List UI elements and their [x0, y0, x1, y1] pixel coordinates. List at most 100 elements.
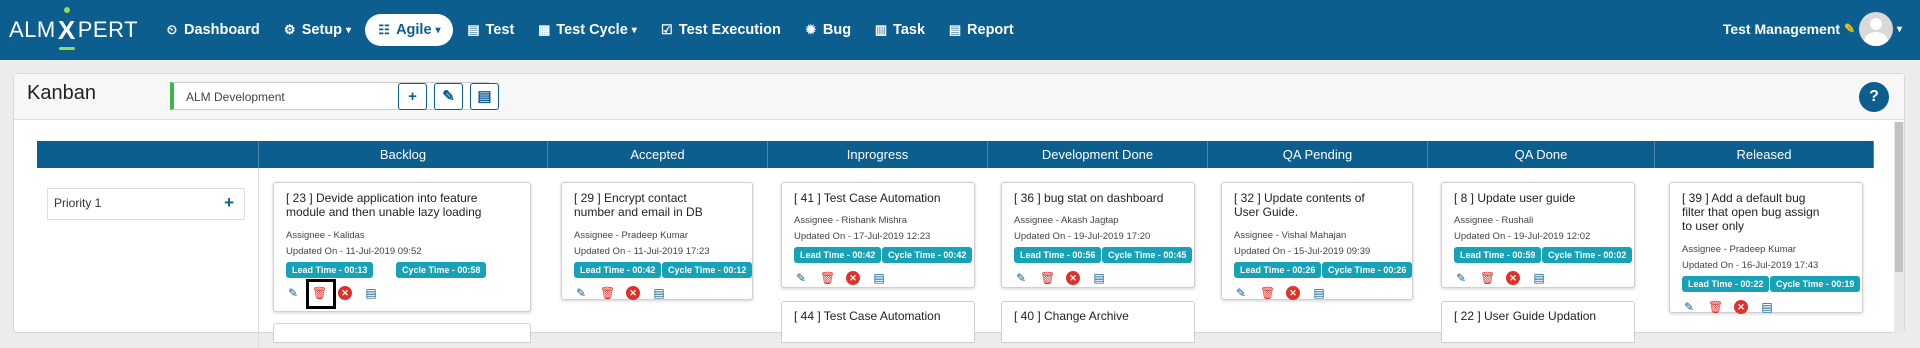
nav-test[interactable]: ▤ Test	[458, 14, 524, 46]
card-title-line: [ 8 ] Update user guide	[1454, 191, 1576, 205]
kanban-card[interactable]: [ 8 ] Update user guide Assignee - Rusha…	[1441, 182, 1635, 288]
kanban-card[interactable]: [ 36 ] bug stat on dashboard Assignee - …	[1001, 182, 1195, 288]
close-circle-icon[interactable]: ✕	[1066, 271, 1080, 285]
edit-icon[interactable]: ✎	[574, 286, 588, 300]
document-icon[interactable]: ▤	[1760, 300, 1774, 314]
document-icon[interactable]: ▤	[1312, 286, 1326, 300]
document-icon[interactable]: ▤	[364, 286, 378, 300]
card-actions: ✎ 🗑 ✕ ▤	[794, 271, 898, 285]
chevron-down-icon: ▾	[435, 24, 441, 36]
nav-label: Report	[967, 22, 1014, 38]
cycle-time-badge: Cycle Time - 00:02	[1542, 247, 1633, 263]
card-title-line: [ 36 ] bug stat on dashboard	[1014, 191, 1164, 205]
nav-test-execution[interactable]: ☑ Test Execution	[651, 14, 790, 46]
card-updated: Updated On - 15-Jul-2019 09:39	[1234, 246, 1371, 257]
column-header-development-done: Development Done	[988, 141, 1208, 168]
cycle-time-badge: Cycle Time - 00:19	[1770, 276, 1861, 292]
kanban-card[interactable]	[273, 323, 531, 343]
close-circle-icon[interactable]: ✕	[1734, 300, 1748, 314]
trash-icon[interactable]: 🗑	[1708, 300, 1723, 314]
card-actions: ✎ 🗑 ✕ ▤	[1454, 271, 1558, 285]
list-icon: ☷	[378, 22, 390, 37]
user-menu[interactable]: Test Management ✎ ▾	[1723, 12, 1902, 46]
trash-icon[interactable]: 🗑	[1040, 271, 1055, 285]
tasks-icon: ▥	[874, 22, 888, 37]
vertical-scrollbar[interactable]	[1894, 122, 1904, 334]
cycle-time-badge: Cycle Time - 00:45	[1102, 247, 1193, 263]
card-updated: Updated On - 19-Jul-2019 12:02	[1454, 231, 1591, 242]
kanban-card[interactable]: [ 22 ] User Guide Updation	[1441, 301, 1635, 343]
brand-logo[interactable]: ALM X PERT	[9, 6, 139, 50]
edit-icon[interactable]: ✎	[286, 286, 300, 300]
nav-test-cycle[interactable]: ▦ Test Cycle ▾	[528, 14, 646, 46]
card-actions: ✎ 🗑 ✕ ▤	[1682, 300, 1786, 314]
nav-report[interactable]: ▤ Report	[939, 14, 1023, 46]
card-assignee: Assignee - Pradeep Kumar	[1682, 244, 1797, 255]
add-button[interactable]: +	[398, 83, 427, 110]
column-header-qa-done: QA Done	[1428, 141, 1655, 168]
avatar[interactable]	[1858, 12, 1893, 46]
column-header-released: Released	[1655, 141, 1874, 168]
edit-icon[interactable]: ✎	[794, 271, 808, 285]
lead-time-badge: Lead Time - 00:13	[286, 262, 374, 278]
kanban-card[interactable]: [ 39 ] Add a default bug filter that open…	[1669, 182, 1863, 314]
brand-suffix: PERT	[77, 17, 139, 42]
nav-label: Dashboard	[184, 22, 260, 38]
pencil-icon[interactable]: ✎	[1844, 21, 1855, 37]
kanban-board: Backlog Accepted Inprogress Development …	[37, 141, 1874, 348]
report-icon: ▤	[948, 22, 962, 37]
kanban-card[interactable]: [ 32 ] Update contents of User Guide. Ass…	[1221, 182, 1413, 300]
trash-icon[interactable]: 🗑	[1260, 286, 1275, 300]
main-nav: ⏲ Dashboard ⚙ Setup ▾ ☷ Agile ▾ ▤ Test ▦ Test C…	[156, 14, 1028, 46]
card-title: [ 44 ] Test Case Automation	[794, 309, 941, 323]
close-circle-icon[interactable]: ✕	[1286, 286, 1300, 300]
card-title: [ 29 ] Encrypt contact number and email i…	[574, 191, 703, 219]
lane-header: Priority 1 +	[47, 188, 245, 220]
kanban-card[interactable]: [ 41 ] Test Case Automation Assignee - R…	[781, 182, 975, 288]
document-icon[interactable]: ▤	[1092, 271, 1106, 285]
edit-button[interactable]: ✎	[434, 83, 463, 110]
kanban-card[interactable]: [ 23 ] Devide application into feature mo…	[273, 182, 531, 312]
edit-icon[interactable]: ✎	[1014, 271, 1028, 285]
close-circle-icon[interactable]: ✕	[338, 286, 352, 300]
close-circle-icon[interactable]: ✕	[626, 286, 640, 300]
lead-time-badge: Lead Time - 00:26	[1234, 262, 1322, 278]
edit-icon[interactable]: ✎	[1682, 300, 1696, 314]
document-button[interactable]: ▤	[470, 83, 499, 110]
card-assignee: Assignee - Rushali	[1454, 215, 1534, 226]
edit-icon[interactable]: ✎	[1454, 271, 1468, 285]
document-icon[interactable]: ▤	[872, 271, 886, 285]
close-circle-icon[interactable]: ✕	[1506, 271, 1520, 285]
cogs-icon: ⚙	[283, 22, 296, 37]
add-card-icon[interactable]: +	[224, 193, 234, 213]
card-actions: ✎ 🗑 ✕ ▤	[574, 286, 678, 300]
document-icon[interactable]: ▤	[1532, 271, 1546, 285]
nav-bug[interactable]: ✹ Bug	[795, 14, 860, 46]
kanban-card[interactable]: [ 44 ] Test Case Automation	[781, 301, 975, 343]
nav-label: Test Execution	[678, 22, 781, 38]
lead-time-badge: Lead Time - 00:59	[1454, 247, 1542, 263]
card-updated: Updated On - 17-Jul-2019 12:23	[794, 231, 931, 242]
nav-agile[interactable]: ☷ Agile ▾	[365, 14, 453, 46]
help-icon[interactable]: ?	[1859, 82, 1889, 112]
edit-icon[interactable]: ✎	[1234, 286, 1248, 300]
trash-icon[interactable]: 🗑	[820, 271, 835, 285]
lane-title: Priority 1	[54, 196, 102, 210]
trash-icon[interactable]: 🗑	[600, 286, 615, 300]
bug-icon: ✹	[805, 22, 817, 37]
card-title: [ 8 ] Update user guide	[1454, 191, 1575, 205]
nav-task[interactable]: ▥ Task	[865, 14, 934, 46]
trash-icon[interactable]: 🗑	[1480, 271, 1495, 285]
nav-dashboard[interactable]: ⏲ Dashboard	[156, 14, 269, 46]
card-title: [ 40 ] Change Archive	[1014, 309, 1129, 323]
card-title-line: [ 23 ] Devide application into feature	[286, 191, 478, 205]
nav-setup[interactable]: ⚙ Setup ▾	[274, 14, 360, 46]
column-header-qa-pending: QA Pending	[1208, 141, 1428, 168]
document-icon[interactable]: ▤	[652, 286, 666, 300]
column-header-accepted: Accepted	[548, 141, 768, 168]
close-circle-icon[interactable]: ✕	[846, 271, 860, 285]
kanban-card[interactable]: [ 40 ] Change Archive	[1001, 301, 1195, 343]
nav-label: Test Cycle	[556, 22, 628, 38]
kanban-card[interactable]: [ 29 ] Encrypt contact number and email i…	[561, 182, 753, 300]
card-assignee: Assignee - Rishank Mishra	[794, 215, 907, 226]
